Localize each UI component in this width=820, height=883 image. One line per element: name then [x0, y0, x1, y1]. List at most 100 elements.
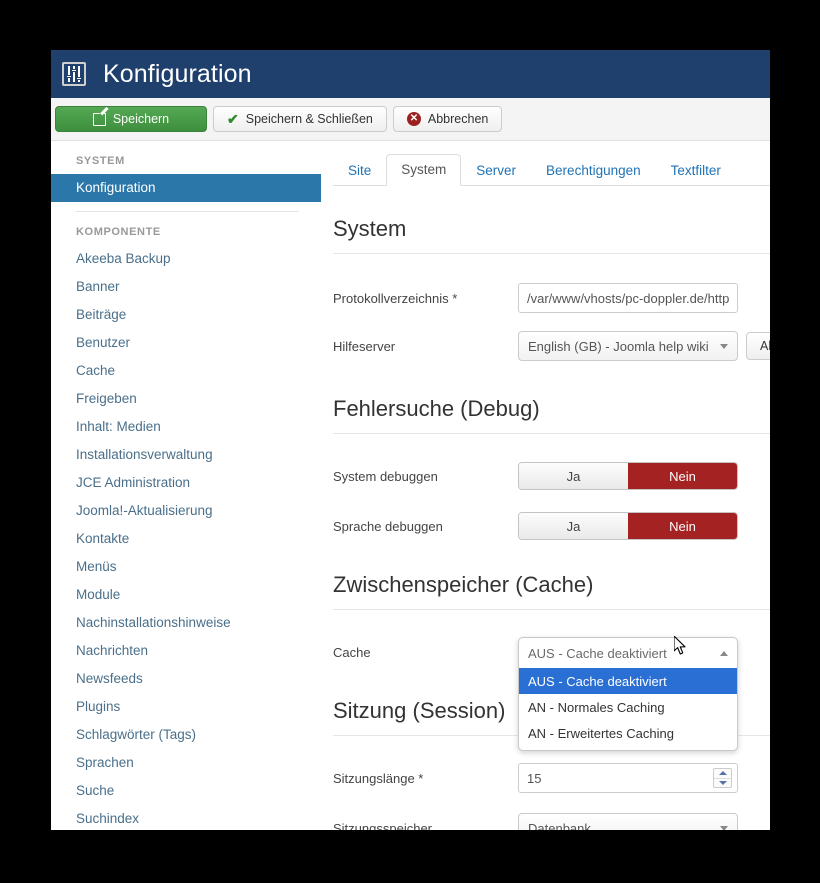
save-and-close-button[interactable]: ✔ Speichern & Schließen	[213, 106, 387, 132]
session-handler-value: Datenbank	[528, 820, 591, 831]
field-control	[518, 763, 738, 793]
sidebar-item-label: Konfiguration	[76, 180, 156, 195]
sidebar-item-label: Nachrichten	[76, 643, 149, 658]
sidebar-item-label: JCE Administration	[76, 475, 191, 490]
sidebar-item-installationsverwaltung[interactable]: Installationsverwaltung	[51, 441, 321, 469]
field-control: English (GB) - Joomla help wiki Aktualis…	[518, 331, 770, 361]
tab-label: Server	[476, 163, 517, 178]
sidebar-item-label: Banner	[76, 279, 120, 294]
sidebar-item-label: Suchindex	[76, 811, 140, 826]
session-handler-select[interactable]: Datenbank	[518, 813, 738, 830]
cache-option-an-erweitert[interactable]: AN - Erweitertes Caching	[519, 720, 737, 746]
sidebar-item-nachrichten[interactable]: Nachrichten	[51, 637, 321, 665]
sidebar-item-freigeben[interactable]: Freigeben	[51, 385, 321, 413]
sidebar-item-label: Inhalt: Medien	[76, 419, 161, 434]
cache-selected-value: AUS - Cache deaktiviert	[528, 645, 667, 661]
sidebar-item-label: Installationsverwaltung	[76, 447, 213, 462]
save-button-label: Speichern	[112, 112, 170, 126]
sidebar-item-inhalt-medien[interactable]: Inhalt: Medien	[51, 413, 321, 441]
page-header: Konfiguration	[51, 50, 770, 98]
sidebar-item-cache[interactable]: Cache	[51, 357, 321, 385]
help-server-select[interactable]: English (GB) - Joomla help wiki	[518, 331, 738, 361]
toggle-no-label: Nein	[669, 518, 696, 534]
option-label: AN - Erweitertes Caching	[528, 725, 674, 741]
sidebar-item-sprachen[interactable]: Sprachen	[51, 749, 321, 777]
sidebar-item-label: Schlagwörter (Tags)	[76, 727, 197, 742]
tab-label: Textfilter	[670, 163, 721, 178]
field-label: Hilfeserver	[333, 338, 396, 354]
refresh-help-server-button[interactable]: Aktualisieren	[746, 332, 770, 360]
tab-server[interactable]: Server	[461, 155, 531, 186]
sidebar-item-benutzer[interactable]: Benutzer	[51, 329, 321, 357]
log-path-input[interactable]	[518, 283, 738, 313]
sidebar-item-konfiguration[interactable]: Konfiguration	[51, 174, 321, 202]
section-title-cache: Zwischenspeicher (Cache)	[333, 572, 770, 610]
field-label: Protokollverzeichnis *	[333, 290, 458, 306]
option-label: AUS - Cache deaktiviert	[528, 673, 667, 689]
sidebar-item-newsfeeds[interactable]: Newsfeeds	[51, 665, 321, 693]
tab-label: Berechtigungen	[546, 163, 641, 178]
sidebar-item-menues[interactable]: Menüs	[51, 553, 321, 581]
tab-label: System	[401, 162, 447, 177]
sidebar-item-joomla-aktualisierung[interactable]: Joomla!-Aktualisierung	[51, 497, 321, 525]
field-label: Sitzungslänge *	[333, 770, 424, 786]
quantity-stepper[interactable]	[713, 768, 732, 788]
cancel-button[interactable]: ✕ Abbrechen	[392, 106, 503, 132]
field-control	[518, 283, 738, 313]
sidebar-item-kontakte[interactable]: Kontakte	[51, 525, 321, 553]
sidebar-item-label: Cache	[76, 363, 116, 378]
sidebar-item-schlagwoerter[interactable]: Schlagwörter (Tags)	[51, 721, 321, 749]
sliders-icon	[62, 62, 86, 86]
stepper-down-icon[interactable]	[714, 779, 731, 788]
sidebar-item-module[interactable]: Module	[51, 581, 321, 609]
field-sitzungsspeicher: Sitzungsspeicher Datenbank	[333, 812, 770, 830]
stepper-up-icon[interactable]	[714, 769, 731, 779]
sidebar-item-nachinstallationshinweise[interactable]: Nachinstallationshinweise	[51, 609, 321, 637]
field-label: Sprache debuggen	[333, 518, 443, 534]
sidebar-item-suchindex[interactable]: Suchindex	[51, 805, 321, 830]
sidebar-heading-komponente: KOMPONENTE	[76, 226, 161, 238]
system-debug-no-option[interactable]: Nein	[628, 463, 737, 489]
cache-select-head[interactable]: AUS - Cache deaktiviert	[519, 638, 737, 668]
help-server-value: English (GB) - Joomla help wiki	[528, 338, 709, 354]
language-debug-toggle[interactable]: Ja Nein	[518, 512, 738, 540]
sidebar-item-label: Benutzer	[76, 335, 131, 350]
sidebar-divider	[76, 211, 299, 212]
tab-textfilter[interactable]: Textfilter	[656, 155, 736, 186]
system-debug-toggle[interactable]: Ja Nein	[518, 462, 738, 490]
chevron-down-icon	[720, 343, 728, 349]
admin-page: Konfiguration Speichern ✔ Speichern & Sc…	[51, 50, 770, 830]
field-control: Ja Nein	[518, 512, 738, 540]
field-sitzungslaenge: Sitzungslänge *	[333, 762, 770, 794]
cache-dropdown-open[interactable]: AUS - Cache deaktiviert AUS - Cache deak…	[518, 637, 738, 751]
cache-option-an-normal[interactable]: AN - Normales Caching	[519, 694, 737, 720]
field-control: AUS - Cache deaktiviert AUS - Cache deak…	[518, 637, 738, 751]
language-debug-yes-option[interactable]: Ja	[519, 513, 628, 539]
sidebar-item-label: Newsfeeds	[76, 671, 143, 686]
sidebar-item-label: Nachinstallationshinweise	[76, 615, 231, 630]
sidebar-item-label: Akeeba Backup	[76, 251, 171, 266]
main-content: Site System Server Berechtigungen Textfi…	[321, 141, 770, 830]
sidebar-item-plugins[interactable]: Plugins	[51, 693, 321, 721]
toolbar: Speichern ✔ Speichern & Schließen ✕ Abbr…	[51, 98, 770, 141]
tab-site[interactable]: Site	[333, 155, 386, 186]
tab-berechtigungen[interactable]: Berechtigungen	[531, 155, 656, 186]
tab-system[interactable]: System	[386, 154, 462, 186]
language-debug-no-option[interactable]: Nein	[628, 513, 737, 539]
system-debug-yes-option[interactable]: Ja	[519, 463, 628, 489]
cache-option-aus[interactable]: AUS - Cache deaktiviert	[519, 668, 737, 694]
sidebar-item-banner[interactable]: Banner	[51, 273, 321, 301]
save-button[interactable]: Speichern	[55, 106, 207, 132]
sidebar-item-jce-administration[interactable]: JCE Administration	[51, 469, 321, 497]
sidebar-item-akeeba-backup[interactable]: Akeeba Backup	[51, 245, 321, 273]
toggle-yes-label: Ja	[566, 468, 581, 484]
chevron-down-icon	[720, 825, 728, 830]
sidebar-item-suche[interactable]: Suche	[51, 777, 321, 805]
field-system-debuggen: System debuggen Ja Nein	[333, 460, 770, 492]
tab-label: Site	[348, 163, 372, 178]
tab-bar: Site System Server Berechtigungen Textfi…	[333, 141, 770, 186]
sidebar-heading-system: SYSTEM	[76, 155, 125, 167]
session-length-input[interactable]	[518, 763, 738, 793]
sidebar-item-label: Freigeben	[76, 391, 137, 406]
sidebar-item-beitraege[interactable]: Beiträge	[51, 301, 321, 329]
